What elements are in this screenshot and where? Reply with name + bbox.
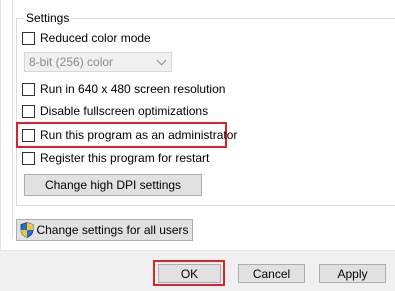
checkbox-box[interactable] <box>22 128 35 142</box>
checkbox-box[interactable] <box>22 82 35 96</box>
color-depth-select: 8-bit (256) color <box>24 52 172 72</box>
change-high-dpi-settings-button[interactable]: Change high DPI settings <box>24 174 202 196</box>
reduced-color-mode-label: Reduced color mode <box>40 31 151 45</box>
disable-fullscreen-optimizations-label: Disable fullscreen optimizations <box>40 104 209 118</box>
ok-button[interactable]: OK <box>158 264 221 283</box>
change-settings-all-users-button[interactable]: Change settings for all users <box>16 219 193 241</box>
uac-shield-icon <box>21 222 34 238</box>
run-as-admin-checkbox[interactable]: Run this program as an administrator <box>22 127 237 143</box>
checkbox-box[interactable] <box>22 151 35 165</box>
cancel-button[interactable]: Cancel <box>238 264 305 283</box>
checkbox-box[interactable] <box>22 31 35 45</box>
apply-button[interactable]: Apply <box>319 264 386 283</box>
settings-group-label: Settings <box>24 10 72 26</box>
run-640x480-checkbox[interactable]: Run in 640 x 480 screen resolution <box>22 81 225 97</box>
register-restart-checkbox[interactable]: Register this program for restart <box>22 150 209 166</box>
color-depth-value: 8-bit (256) color <box>29 55 114 69</box>
run-640x480-label: Run in 640 x 480 screen resolution <box>40 82 226 96</box>
change-settings-all-users-label: Change settings for all users <box>36 223 189 237</box>
reduced-color-mode-checkbox[interactable]: Reduced color mode <box>22 30 151 46</box>
window-left-edge <box>0 0 1 250</box>
disable-fullscreen-optimizations-checkbox[interactable]: Disable fullscreen optimizations <box>22 103 208 119</box>
register-restart-label: Register this program for restart <box>40 151 210 165</box>
checkbox-box[interactable] <box>22 104 35 118</box>
run-as-admin-label: Run this program as an administrator <box>40 128 238 142</box>
chevron-down-icon <box>156 55 167 66</box>
